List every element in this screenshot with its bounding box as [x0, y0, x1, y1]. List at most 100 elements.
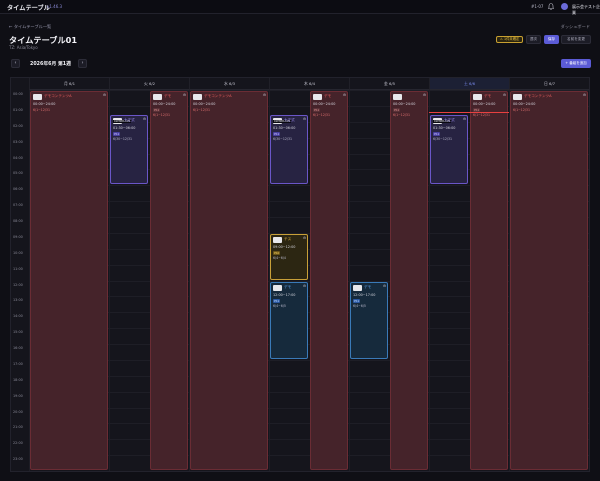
event-block[interactable]: デモコンテンツA ⚙ 00:00~24:00 6/1~12/31 — [30, 91, 108, 470]
event-tag: PS1 — [433, 131, 441, 136]
time-label: 06:00 — [13, 187, 23, 192]
event-date-range: 6/1~12/31 — [33, 108, 50, 112]
timetable-grid: 月 6/1 火 6/2 水 6/3 木 6/4 金 6/5 土 6/6 日 6/7 00:00… — [10, 77, 590, 472]
event-block[interactable]: デモ ⚙ 00:00~24:00 PS1 6/1~12/31 — [310, 91, 348, 470]
event-block[interactable]: ⚙ 00:00~24:00 PS1 6/1~12/31 — [390, 91, 428, 470]
event-title: デモ — [324, 94, 332, 98]
edit-icon[interactable]: ⚙ — [183, 93, 186, 97]
event-title: デモ — [284, 284, 292, 289]
event-block[interactable]: 01EMB1-LP5 大正式 ⚙ 01:30~06:00 PS1 6/30~12/31 — [430, 114, 468, 185]
save-button[interactable]: 保存 — [544, 35, 559, 44]
event-title: デモ — [484, 94, 492, 98]
event-tag: PS1 — [393, 108, 401, 112]
warning-badge[interactable]: ⚠ 1件未確定 — [496, 36, 524, 43]
event-block[interactable]: テス ⚙ 09:00~12:00 PS0 6/4~6/4 — [270, 233, 308, 280]
event-block[interactable]: デモコンテンツA ⚙ 00:00~24:00 6/1~12/31 — [510, 91, 588, 470]
event-time: 00:00~24:00 — [153, 102, 176, 106]
day-header[interactable]: 火 6/2 — [109, 78, 189, 90]
edit-icon[interactable]: ⚙ — [503, 93, 506, 97]
bell-icon[interactable] — [548, 3, 554, 10]
edit-icon[interactable]: ⚙ — [143, 117, 146, 121]
edit-icon[interactable]: ⚙ — [423, 93, 426, 97]
time-label: 02:00 — [13, 123, 23, 128]
event-tag: PS1 — [353, 298, 361, 303]
edit-icon[interactable]: ⚙ — [103, 93, 106, 97]
time-label: 11:00 — [13, 266, 23, 271]
event-date-range: 6/30~12/31 — [273, 136, 293, 141]
event-block[interactable]: 01EMB1-LP5 大正式 ⚙ 01:30~06:00 PS1 6/30~12/31 — [110, 114, 148, 185]
edit-icon[interactable]: ⚙ — [303, 284, 306, 288]
week-label: 2026年6月 第1週 — [30, 62, 71, 67]
event-thumbnail-icon — [193, 94, 202, 100]
time-label: 03:00 — [13, 139, 23, 144]
event-tag: PS1 — [273, 131, 281, 136]
time-label: 07:00 — [13, 203, 23, 208]
dashboard-link[interactable]: ダッシュボード — [561, 24, 590, 30]
add-program-button[interactable]: + 番組を追加 — [561, 59, 591, 68]
prev-week-button[interactable]: ‹ — [11, 59, 20, 68]
event-date-range: 6/1~12/31 — [473, 113, 490, 117]
time-label: 00:00 — [13, 92, 23, 96]
event-time: 09:00~12:00 — [273, 244, 296, 249]
day-header[interactable]: 金 6/5 — [349, 78, 429, 90]
event-date-range: 6/4~6/5 — [273, 303, 286, 308]
day-header[interactable]: 水 6/3 — [189, 78, 269, 90]
event-thumbnail-icon — [153, 94, 162, 100]
event-title: 大正式 — [284, 117, 295, 122]
event-tag: PS1 — [113, 131, 121, 136]
time-label: 10:00 — [13, 250, 23, 255]
event-block[interactable]: デモ ⚙ 12:00~17:00 PS1 6/4~6/5 — [270, 281, 308, 359]
event-date-range: 6/30~12/31 — [113, 136, 133, 141]
app-title[interactable]: タイムテーブル — [7, 3, 50, 12]
event-title: 大正式 — [444, 117, 455, 122]
edit-icon[interactable]: ⚙ — [383, 284, 386, 288]
org-id: #1-07 — [531, 4, 544, 9]
time-label: 21:00 — [13, 425, 23, 430]
app-version: v1.46.3 — [47, 4, 63, 9]
event-block[interactable]: デモ ⚙ 12:00~17:00 PS1 6/4~6/5 — [350, 281, 388, 359]
day-header[interactable]: 木 6/4 — [269, 78, 349, 90]
day-header[interactable]: 日 6/7 — [509, 78, 589, 90]
timezone-label: TZ: Asia/Tokyo — [9, 45, 38, 50]
day-header[interactable]: 月 6/1 — [29, 78, 109, 90]
day-header[interactable]: 土 6/6 — [429, 78, 509, 90]
event-time: 01:30~06:00 — [273, 125, 296, 130]
edit-icon[interactable]: ⚙ — [463, 117, 466, 121]
rename-button[interactable]: 名前を変更 — [561, 35, 591, 44]
event-thumbnail-icon — [273, 236, 282, 243]
back-link[interactable]: ← タイムテーブル一覧 — [9, 24, 51, 30]
event-title: 大正式 — [124, 117, 135, 122]
edit-icon[interactable]: ⚙ — [263, 93, 266, 97]
event-thumbnail-icon — [273, 284, 282, 291]
event-time: 00:00~24:00 — [393, 102, 416, 106]
event-title: デモ — [364, 284, 372, 289]
event-block[interactable]: デモ ⚙ 00:00~24:00 PS1 6/1~12/31 — [470, 91, 508, 470]
view-button[interactable]: 週次 — [526, 35, 541, 44]
event-block[interactable]: デモコンテンツA ⚙ 00:00~24:00 6/1~12/31 — [190, 91, 268, 470]
event-date-range: 6/1~12/31 — [193, 108, 210, 112]
event-time: 12:00~17:00 — [353, 292, 376, 297]
event-tag: PS0 — [273, 250, 281, 255]
event-title: デモコンテンツA — [44, 94, 72, 98]
company-name[interactable]: 展示会テスト企業 — [572, 4, 600, 16]
event-date-range: 6/4~6/5 — [353, 303, 366, 308]
time-label: 09:00 — [13, 234, 23, 239]
top-bar: タイムテーブル v1.46.3 #1-07 展示会テスト企業 — [0, 0, 600, 16]
edit-icon[interactable]: ⚙ — [583, 93, 586, 97]
event-title: テス — [284, 236, 292, 241]
time-label: 05:00 — [13, 171, 23, 176]
event-date-range: 6/1~12/31 — [313, 113, 330, 117]
time-label: 04:00 — [13, 155, 23, 160]
time-label: 13:00 — [13, 298, 23, 303]
event-block[interactable]: デモ ⚙ 00:00~24:00 PS1 6/1~12/31 — [150, 91, 188, 470]
edit-icon[interactable]: ⚙ — [303, 236, 306, 240]
event-title: デモ — [164, 94, 172, 98]
avatar[interactable] — [561, 3, 568, 10]
next-week-button[interactable]: › — [78, 59, 87, 68]
event-thumbnail-icon — [513, 94, 522, 100]
event-block[interactable]: 01EMB1-LP5 大正式 ⚙ 01:30~06:00 PS1 6/30~12/31 — [270, 114, 308, 185]
edit-icon[interactable]: ⚙ — [303, 117, 306, 121]
time-label: 01:00 — [13, 107, 23, 112]
time-label: 08:00 — [13, 219, 23, 223]
edit-icon[interactable]: ⚙ — [343, 93, 346, 97]
